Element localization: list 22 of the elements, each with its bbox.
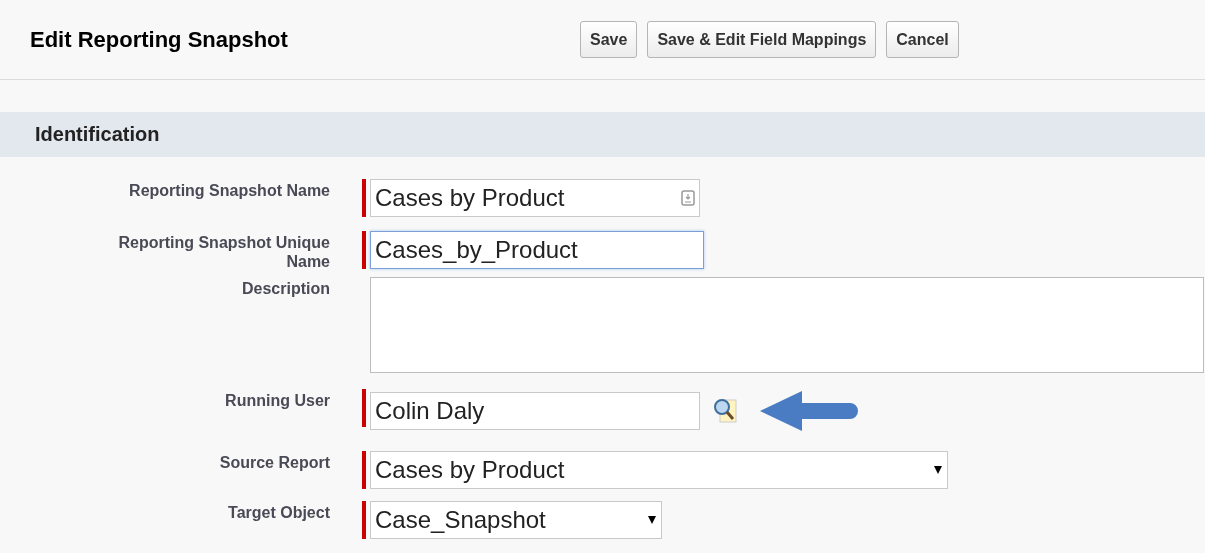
- search-icon[interactable]: [712, 397, 738, 425]
- toolbar-button[interactable]: Save: [580, 21, 638, 58]
- field-label: Running User: [224, 391, 330, 410]
- description-field[interactable]: [370, 277, 1204, 373]
- text-field[interactable]: Cases by Product: [370, 179, 700, 217]
- field-label: Description: [241, 279, 330, 298]
- toolbar-button[interactable]: Save & Edit Field Mappings: [647, 21, 877, 58]
- field-icon: [681, 190, 695, 206]
- field-label: Source Report: [218, 453, 330, 472]
- arrow-icon: [758, 389, 858, 433]
- field-label: Reporting Snapshot Name: [128, 181, 330, 200]
- lookup-field[interactable]: Colin Daly: [370, 392, 700, 430]
- text-field[interactable]: Cases_by_Product: [370, 231, 704, 269]
- page-title: Edit Reporting Snapshot: [30, 26, 289, 53]
- select-field[interactable]: Case_Snapshot: [370, 501, 662, 539]
- field-label: Target Object: [227, 503, 330, 522]
- select-field[interactable]: Cases by Product: [370, 451, 948, 489]
- dropdown-caret-icon: [933, 465, 943, 475]
- section-title: Identification: [35, 123, 160, 146]
- toolbar-button[interactable]: Cancel: [886, 21, 959, 58]
- field-label: Reporting Snapshot Unique Name: [117, 233, 330, 271]
- dropdown-caret-icon: [647, 515, 657, 525]
